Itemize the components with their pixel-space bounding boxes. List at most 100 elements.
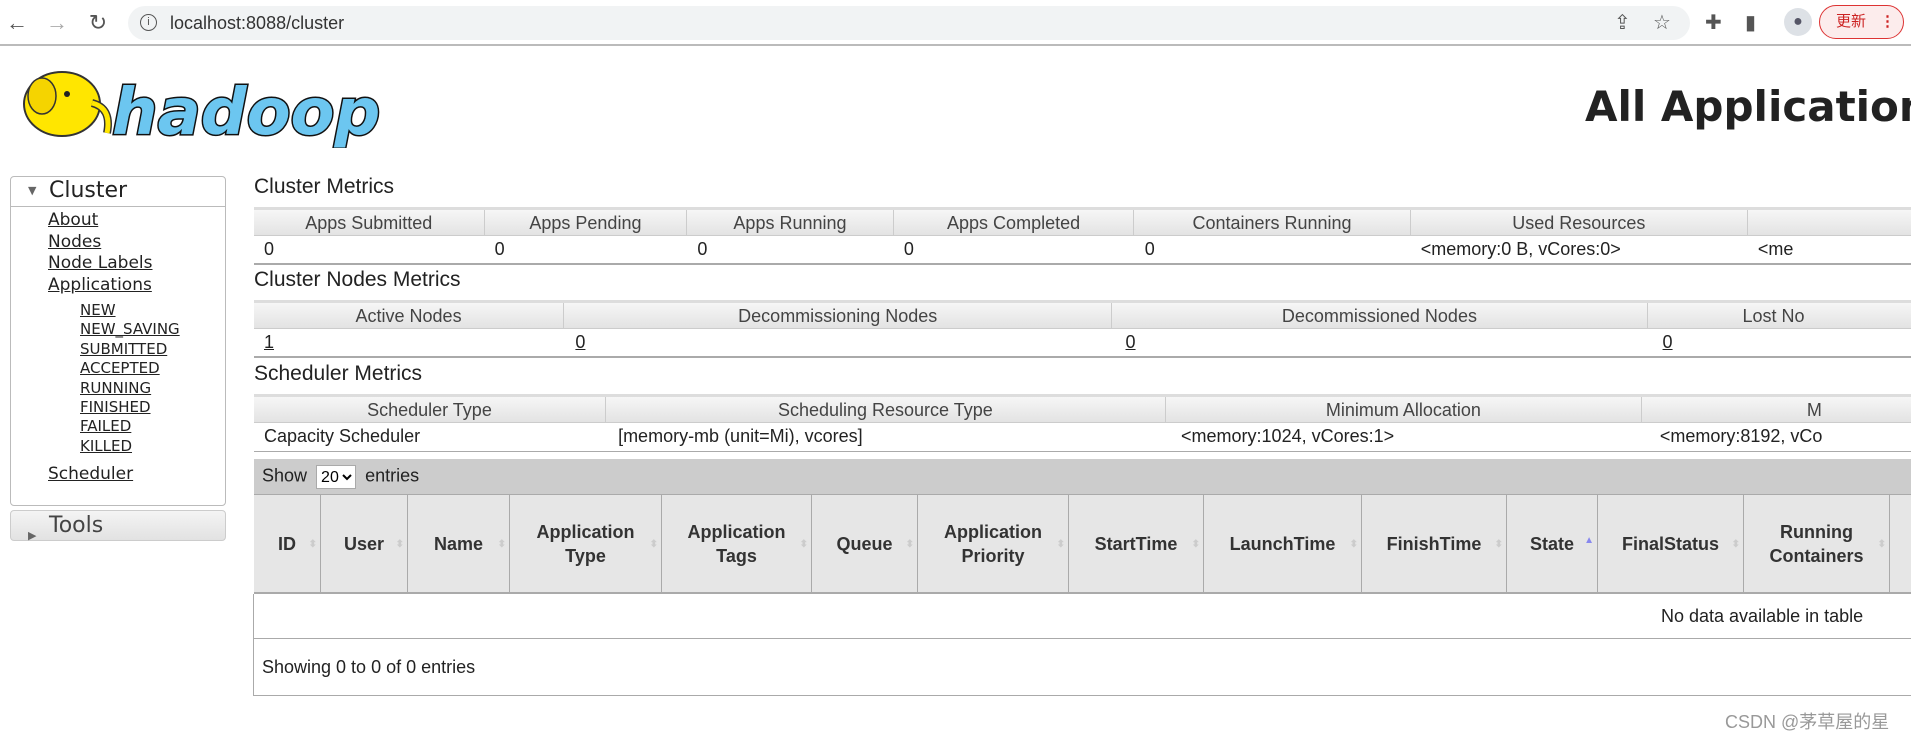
info-icon[interactable]: i <box>140 14 157 31</box>
column-header-running-containers[interactable]: Running Containers ⬍ <box>1744 495 1890 592</box>
update-button[interactable]: 更新 ⋮ <box>1819 5 1904 39</box>
column-header <box>1748 210 1911 235</box>
column-header-state[interactable]: State ▲ <box>1507 495 1598 592</box>
cell: 0 <box>1144 239 1155 259</box>
table-header-row: Apps Submitted Apps Pending Apps Running… <box>254 207 1911 236</box>
sidebar-cluster: ▼ Cluster About Nodes Node Labels Applica… <box>10 176 226 506</box>
update-label: 更新 <box>1836 13 1867 30</box>
cell: 0 <box>697 239 708 259</box>
forward-icon[interactable]: → <box>44 10 70 36</box>
nodes-metrics-title: Cluster Nodes Metrics <box>254 268 461 291</box>
extensions-icon[interactable]: ✚ <box>1705 10 1722 35</box>
table-row: Capacity Scheduler [memory-mb (unit=Mi),… <box>254 423 1911 452</box>
sort-ascending-icon: ▲ <box>1584 535 1594 546</box>
sort-icon: ⬍ <box>799 539 808 550</box>
cell: [memory-mb (unit=Mi), vcores] <box>618 426 863 446</box>
back-icon[interactable]: ← <box>4 10 30 36</box>
menu-dots-icon: ⋮ <box>1880 13 1896 30</box>
column-header-id[interactable]: ID ⬍ <box>254 495 321 592</box>
column-header-finalstatus[interactable]: FinalStatus ⬍ <box>1598 495 1744 592</box>
column-header-launchtime[interactable]: LaunchTime ⬍ <box>1204 495 1362 592</box>
column-header-user[interactable]: User ⬍ <box>321 495 408 592</box>
sidebar-tools[interactable]: ▶ Tools <box>10 510 226 542</box>
address-bar[interactable]: i localhost:8088/cluster <box>128 6 1690 40</box>
share-icon[interactable]: ⇪ <box>1614 10 1631 35</box>
show-label: Show <box>262 465 308 486</box>
sidebar-link-applications[interactable]: Applications <box>48 275 225 297</box>
column-label: Application Priority <box>944 521 1042 566</box>
column-header-application-priority[interactable]: Application Priority ⬍ <box>918 495 1069 592</box>
cell: Capacity Scheduler <box>264 426 421 446</box>
triangle-down-icon: ▼ <box>28 184 37 197</box>
sidebar-link-scheduler[interactable]: Scheduler <box>48 464 225 486</box>
column-header: Minimum Allocation <box>1166 397 1642 422</box>
sort-icon: ⬍ <box>395 539 404 550</box>
column-header: Decommissioned Nodes <box>1112 303 1648 328</box>
column-header-name[interactable]: Name ⬍ <box>408 495 510 592</box>
table-header-row: Scheduler Type Scheduling Resource Type … <box>254 394 1911 423</box>
lost-nodes-link[interactable]: 0 <box>1663 332 1673 352</box>
empty-table-message: No data available in table <box>254 594 1911 639</box>
column-header-queue[interactable]: Queue ⬍ <box>812 495 918 592</box>
sidebar-link-failed[interactable]: FAILED <box>80 417 225 436</box>
column-header-application-tags[interactable]: Application Tags ⬍ <box>662 495 812 592</box>
column-header: Apps Completed <box>894 210 1135 235</box>
table-header-row: Active Nodes Decommissioning Nodes Decom… <box>254 300 1911 329</box>
profile-avatar[interactable]: ● <box>1784 8 1812 36</box>
column-label: ID <box>278 533 296 554</box>
sidebar-link-killed[interactable]: KILLED <box>80 437 225 456</box>
cell: 0 <box>494 239 505 259</box>
sidebar-link-accepted[interactable]: ACCEPTED <box>80 359 225 378</box>
decommissioning-nodes-link[interactable]: 0 <box>575 332 585 352</box>
side-panel-icon[interactable]: ▮ <box>1745 10 1756 35</box>
column-header-application-type[interactable]: Application Type ⬍ <box>510 495 662 592</box>
column-header: Used Resources <box>1411 210 1749 235</box>
column-label: Name <box>433 533 484 554</box>
table-row: 1 0 0 0 <box>254 329 1911 358</box>
page-title: All Applications <box>1585 82 1911 131</box>
column-header: Apps Submitted <box>254 210 485 235</box>
cell: 0 <box>1653 329 1911 356</box>
scheduler-metrics-title: Scheduler Metrics <box>254 362 423 385</box>
sidebar-link-new-saving[interactable]: NEW_SAVING <box>80 320 225 339</box>
cell: <me <box>1757 239 1794 259</box>
watermark: CSDN @茅草屋的星 <box>1725 712 1890 732</box>
table-info: Showing 0 to 0 of 0 entries <box>254 639 1911 696</box>
page-size-select[interactable]: 20 <box>316 465 357 489</box>
cell: 0 <box>903 239 914 259</box>
cluster-header[interactable]: ▼ Cluster <box>11 177 225 207</box>
column-header-finishtime[interactable]: FinishTime ⬍ <box>1362 495 1507 592</box>
scheduler-metrics-table: Scheduler Type Scheduling Resource Type … <box>254 394 1911 452</box>
column-header: Scheduler Type <box>254 397 606 422</box>
column-label: FinishTime <box>1386 533 1482 554</box>
nodes-metrics-table: Active Nodes Decommissioning Nodes Decom… <box>254 300 1911 358</box>
column-header: Containers Running <box>1134 210 1411 235</box>
triangle-right-icon: ▶ <box>28 529 37 542</box>
cluster-metrics-table: Apps Submitted Apps Pending Apps Running… <box>254 207 1911 265</box>
sidebar-link-nodes[interactable]: Nodes <box>48 232 225 254</box>
column-label: FinalStatus <box>1621 533 1719 554</box>
column-label: Application Tags <box>687 521 786 566</box>
cell: <memory:8192, vCo <box>1659 426 1823 446</box>
sort-icon: ⬍ <box>1494 539 1503 550</box>
column-header: Active Nodes <box>254 303 565 328</box>
sort-icon: ⬍ <box>497 539 506 550</box>
sidebar-link-submitted[interactable]: SUBMITTED <box>80 340 225 359</box>
sidebar-link-new[interactable]: NEW <box>80 301 225 320</box>
reload-icon[interactable]: ↻ <box>85 10 111 36</box>
sidebar-link-node-labels[interactable]: Node Labels <box>48 253 225 275</box>
active-nodes-link[interactable]: 1 <box>264 332 274 352</box>
column-label: State <box>1529 533 1574 554</box>
sort-icon: ⬍ <box>1731 539 1740 550</box>
bookmark-star-icon[interactable]: ☆ <box>1653 10 1671 35</box>
column-label: LaunchTime <box>1229 533 1336 554</box>
sidebar-link-about[interactable]: About <box>48 210 225 232</box>
cell: 1 <box>254 329 565 356</box>
sidebar-link-finished[interactable]: FINISHED <box>80 398 225 417</box>
column-label: User <box>343 533 385 554</box>
column-header-starttime[interactable]: StartTime ⬍ <box>1069 495 1204 592</box>
sort-icon: ⬍ <box>649 539 658 550</box>
column-label: Application Type <box>536 521 635 566</box>
sidebar-link-running[interactable]: RUNNING <box>80 379 225 398</box>
decommissioned-nodes-link[interactable]: 0 <box>1126 332 1136 352</box>
